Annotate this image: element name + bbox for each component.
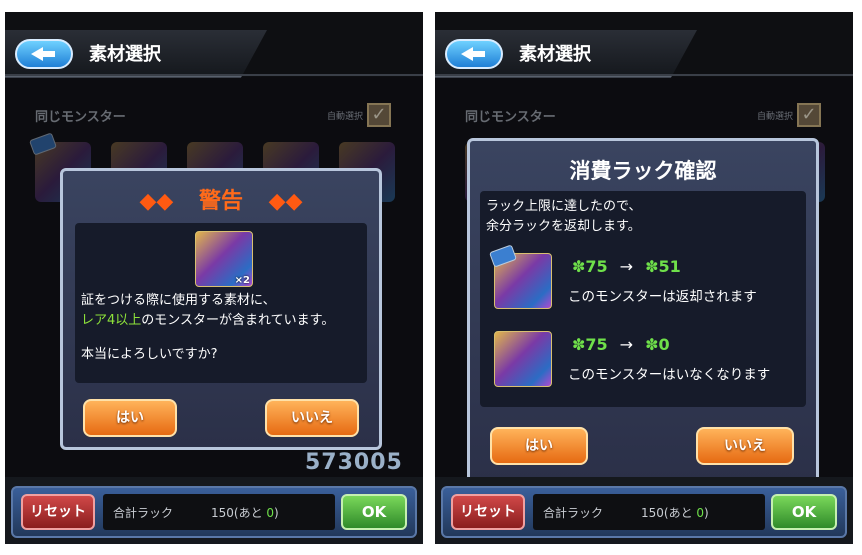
confirm-intro: ラック上限に達したので、 余分ラックを返却します。 bbox=[486, 197, 641, 237]
reset-button[interactable]: リセット bbox=[451, 494, 525, 530]
reset-button[interactable]: リセット bbox=[21, 494, 95, 530]
warning-message: 証をつける際に使用する素材に、 レア4以上のモンスターが含まれています。 本当に… bbox=[81, 291, 365, 365]
ok-button[interactable]: OK bbox=[341, 494, 407, 530]
warning-line1: 証をつける際に使用する素材に、 bbox=[81, 293, 276, 308]
luck-to: ✽51 bbox=[645, 257, 681, 276]
confirm-intro-line2: 余分ラックを返却します。 bbox=[486, 219, 641, 234]
no-button[interactable]: いいえ bbox=[696, 427, 794, 465]
page-title: 素材選択 bbox=[519, 44, 591, 65]
diamond-icon: ◆◆ bbox=[268, 189, 303, 214]
rarity-highlight: レア4以上 bbox=[81, 313, 142, 328]
warning-line2-rest: のモンスターが含まれています。 bbox=[141, 313, 335, 328]
counter-value: 573005 bbox=[305, 450, 403, 475]
luck-to: ✽0 bbox=[645, 335, 670, 354]
back-button[interactable] bbox=[445, 39, 503, 69]
total-luck-value: 150(あと 0) bbox=[641, 506, 709, 520]
confirm-intro-line1: ラック上限に達したので、 bbox=[486, 199, 642, 214]
warning-title-text: 警告 bbox=[198, 189, 243, 214]
luck-note: このモンスターはいなくなります bbox=[568, 367, 771, 383]
multiplier-label: ×2 bbox=[234, 275, 250, 286]
monster-thumbnail: ×2 bbox=[195, 231, 253, 287]
arrow-icon: → bbox=[619, 257, 634, 276]
badge-icon bbox=[488, 244, 518, 268]
luck-change-row: ✽75 → ✽51 bbox=[572, 257, 681, 276]
warning-dialog: ◆◆ 警告 ◆◆ ×2 証をつける際に使用する素材に、 レア4以上のモンスターが… bbox=[60, 168, 382, 450]
page-title: 素材選択 bbox=[89, 44, 161, 65]
luck-change-row: ✽75 → ✽0 bbox=[572, 335, 670, 354]
header-divider bbox=[5, 74, 423, 76]
warning-title: ◆◆ 警告 ◆◆ bbox=[63, 183, 379, 215]
monster-thumbnail bbox=[488, 244, 552, 309]
ok-button[interactable]: OK bbox=[771, 494, 837, 530]
warning-body: ×2 証をつける際に使用する素材に、 レア4以上のモンスターが含まれています。 … bbox=[75, 223, 367, 383]
total-luck-label: 合計ラック bbox=[113, 506, 174, 520]
yes-button[interactable]: はい bbox=[490, 427, 588, 465]
right-screen: 素材選択 同じモンスター 自動選択 ✓ 消費ラック確認 ラック上限に達したので、… bbox=[435, 12, 853, 544]
warning-question: 本当によろしいですか? bbox=[81, 347, 218, 362]
header-divider bbox=[435, 74, 853, 76]
total-luck-box: 合計ラック 150(あと 0) bbox=[533, 494, 765, 530]
total-luck-label: 合計ラック bbox=[543, 506, 604, 520]
back-button[interactable] bbox=[15, 39, 73, 69]
arrow-icon: → bbox=[619, 335, 634, 354]
diamond-icon: ◆◆ bbox=[139, 189, 174, 214]
monster-thumbnail bbox=[494, 331, 552, 387]
confirm-body: ラック上限に達したので、 余分ラックを返却します。 ✽75 → ✽51 このモンスタ… bbox=[480, 191, 806, 407]
left-screen: 素材選択 同じモンスター 自動選択 ✓ 573005 ◆◆ 警告 ◆◆ ×2 証… bbox=[5, 12, 423, 544]
total-luck-box: 合計ラック 150(あと 0) bbox=[103, 494, 335, 530]
confirm-title: 消費ラック確認 bbox=[569, 159, 717, 183]
luck-from: ✽75 bbox=[572, 335, 608, 354]
yes-button[interactable]: はい bbox=[83, 399, 177, 437]
luck-from: ✽75 bbox=[572, 257, 608, 276]
total-luck-value: 150(あと 0) bbox=[211, 506, 279, 520]
no-button[interactable]: いいえ bbox=[265, 399, 359, 437]
warning-line2: レア4以上のモンスターが含まれています。 bbox=[81, 311, 365, 331]
luck-confirm-dialog: 消費ラック確認 ラック上限に達したので、 余分ラックを返却します。 ✽75 → ✽5… bbox=[467, 138, 819, 486]
luck-note: このモンスターは返却されます bbox=[568, 289, 757, 305]
